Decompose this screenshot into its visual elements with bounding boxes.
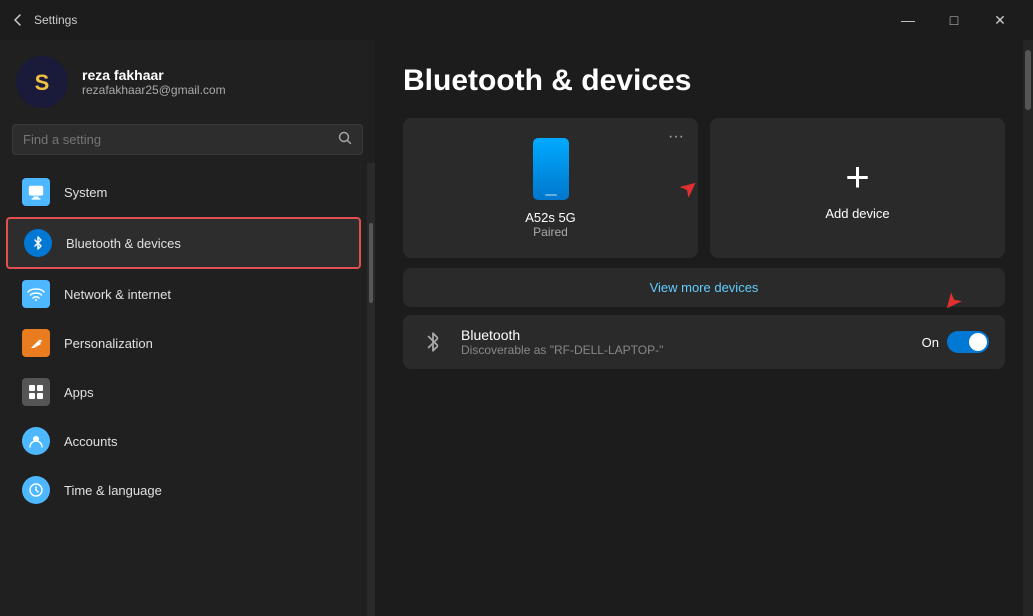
window-controls: — □ ✕ — [885, 4, 1023, 36]
bluetooth-toggle[interactable] — [947, 331, 989, 353]
maximize-button[interactable]: □ — [931, 4, 977, 36]
search-box[interactable] — [12, 124, 363, 155]
content-scrollbar-track — [1023, 40, 1033, 616]
add-device-label: Add device — [825, 206, 889, 221]
bluetooth-info: Bluetooth Discoverable as "RF-DELL-LAPTO… — [461, 327, 908, 357]
time-icon — [22, 476, 50, 504]
avatar-image: S — [16, 56, 68, 108]
device-name: A52s 5G — [525, 210, 576, 225]
user-email: rezafakhaar25@gmail.com — [82, 83, 226, 97]
network-icon — [22, 280, 50, 308]
system-icon — [22, 178, 50, 206]
device-more-button[interactable]: ··· — [668, 128, 684, 146]
user-section[interactable]: S reza fakhaar rezafakhaar25@gmail.com — [0, 40, 375, 120]
device-status: Paired — [533, 225, 568, 239]
bluetooth-row: Bluetooth Discoverable as "RF-DELL-LAPTO… — [403, 315, 1005, 369]
close-button[interactable]: ✕ — [977, 4, 1023, 36]
sidebar-item-time[interactable]: Time & language — [6, 466, 361, 514]
bluetooth-toggle-area[interactable]: On — [922, 331, 989, 353]
personalization-icon — [22, 329, 50, 357]
accounts-icon — [22, 427, 50, 455]
page-title: Bluetooth & devices — [403, 64, 1005, 98]
sidebar-item-label-personalization: Personalization — [64, 336, 153, 351]
sidebar-item-label-system: System — [64, 185, 107, 200]
content-scrollbar-thumb — [1025, 50, 1031, 110]
bluetooth-label: Bluetooth — [461, 327, 908, 343]
title-bar-left: Settings — [10, 12, 77, 28]
nav-list: System Bluetooth & devices — [0, 163, 367, 616]
search-icon — [338, 131, 352, 148]
sidebar-item-personalization[interactable]: Personalization — [6, 319, 361, 367]
app-title: Settings — [34, 13, 77, 27]
bluetooth-icon — [24, 229, 52, 257]
user-info: reza fakhaar rezafakhaar25@gmail.com — [82, 67, 226, 97]
bluetooth-state-label: On — [922, 335, 939, 350]
back-icon[interactable] — [10, 12, 26, 28]
bluetooth-sub: Discoverable as "RF-DELL-LAPTOP-" — [461, 343, 908, 357]
bluetooth-row-icon — [419, 328, 447, 356]
sidebar-item-label-apps: Apps — [64, 385, 94, 400]
sidebar: S reza fakhaar rezafakhaar25@gmail.com — [0, 40, 375, 616]
sidebar-scroll-wrapper: System Bluetooth & devices — [0, 163, 375, 616]
apps-icon — [22, 378, 50, 406]
view-more-button[interactable]: View more devices — [403, 268, 1005, 307]
scrollbar-thumb — [369, 223, 373, 303]
sidebar-item-label-network: Network & internet — [64, 287, 171, 302]
svg-text:S: S — [35, 70, 50, 95]
user-name: reza fakhaar — [82, 67, 226, 83]
content-area: Bluetooth & devices ··· A52s 5G Paired +… — [375, 40, 1033, 616]
sidebar-item-apps[interactable]: Apps — [6, 368, 361, 416]
search-input[interactable] — [23, 132, 330, 147]
sidebar-item-label-bluetooth: Bluetooth & devices — [66, 236, 181, 251]
sidebar-item-bluetooth[interactable]: Bluetooth & devices — [6, 217, 361, 269]
device-card-a52s[interactable]: ··· A52s 5G Paired — [403, 118, 698, 258]
main-layout: S reza fakhaar rezafakhaar25@gmail.com — [0, 40, 1033, 616]
plus-icon: + — [845, 156, 870, 198]
minimize-button[interactable]: — — [885, 4, 931, 36]
sidebar-item-label-time: Time & language — [64, 483, 162, 498]
sidebar-scrollbar[interactable] — [367, 163, 375, 616]
title-bar: Settings — □ ✕ — [0, 0, 1033, 40]
sidebar-item-label-accounts: Accounts — [64, 434, 117, 449]
add-device-card[interactable]: + Add device ➤ — [710, 118, 1005, 258]
sidebar-item-accounts[interactable]: Accounts — [6, 417, 361, 465]
sidebar-item-network[interactable]: Network & internet — [6, 270, 361, 318]
avatar: S — [16, 56, 68, 108]
device-cards: ··· A52s 5G Paired + Add device ➤ — [403, 118, 1005, 258]
phone-device-icon — [533, 138, 569, 200]
sidebar-item-system[interactable]: System — [6, 168, 361, 216]
